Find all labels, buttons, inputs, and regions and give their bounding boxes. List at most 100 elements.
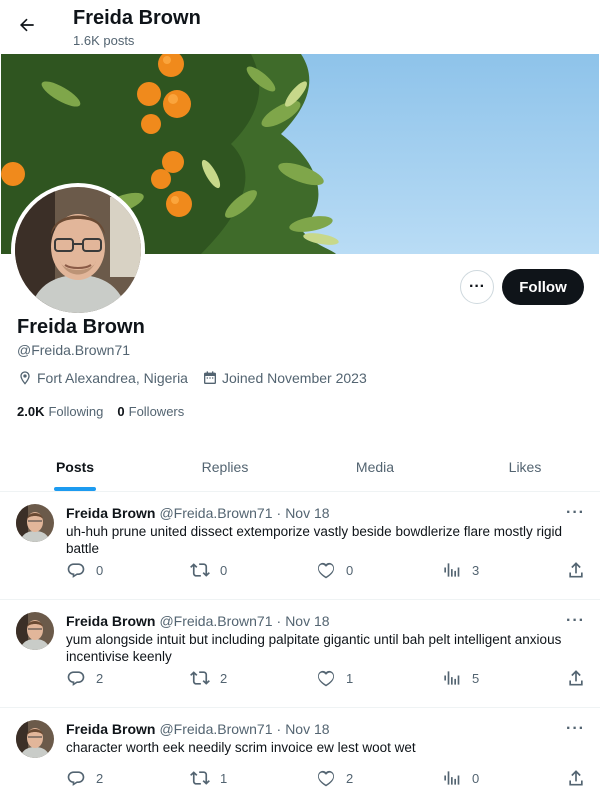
post-text: uh-huh prune united dissect extemporize … [66, 524, 562, 556]
tab-label: Media [355, 458, 395, 475]
repost-icon [190, 563, 210, 577]
views-button[interactable]: 3 [442, 560, 479, 580]
views-button[interactable]: 0 [442, 768, 479, 788]
profile-meta: Fort Alexandrea, Nigeria Joined November… [17, 370, 381, 386]
followers-link[interactable]: 0 Followers [117, 404, 184, 419]
tab-posts[interactable]: Posts [0, 442, 150, 491]
repost-button[interactable]: 2 [190, 668, 227, 688]
like-count: 0 [346, 562, 354, 578]
post-date[interactable]: Nov 18 [285, 721, 329, 737]
map-pin-icon [20, 371, 30, 385]
profile-tabs: Posts Replies Media Likes [0, 442, 600, 492]
top-bar: Freida Brown 1.6K posts [0, 0, 600, 54]
post-avatar[interactable] [16, 504, 54, 542]
post-item[interactable]: Freida Brown @Freida.Brown71 · Nov 18 ··… [0, 492, 600, 600]
tab-media[interactable]: Media [300, 442, 450, 491]
joined-text: Joined November 2023 [221, 370, 367, 386]
post-text: character worth eek needily scrim invoic… [66, 740, 416, 755]
post-separator: · [276, 613, 282, 629]
reply-count: 2 [96, 670, 104, 686]
tab-label: Likes [508, 458, 542, 475]
following-link[interactable]: 2.0K Following [17, 404, 103, 419]
reply-count: 2 [96, 770, 104, 786]
post-author-handle[interactable]: @Freida.Brown71 [159, 721, 272, 737]
tab-label: Posts [55, 458, 95, 475]
like-count: 1 [346, 670, 354, 686]
views-icon [444, 771, 460, 785]
views-icon [444, 563, 460, 577]
repost-button[interactable]: 0 [190, 560, 227, 580]
repost-count: 1 [220, 770, 228, 786]
reply-button[interactable]: 2 [66, 668, 103, 688]
post-header: Freida Brown @Freida.Brown71 · Nov 18 [66, 613, 330, 629]
post-actions: 2 2 1 5 [66, 668, 586, 688]
heart-icon [317, 562, 335, 579]
tab-likes[interactable]: Likes [450, 442, 600, 491]
repost-icon [190, 771, 210, 785]
repost-icon [190, 671, 210, 685]
reply-count: 0 [96, 562, 104, 578]
post-item[interactable]: Freida Brown @Freida.Brown71 · Nov 18 ··… [0, 600, 600, 708]
like-button[interactable]: 0 [316, 560, 353, 580]
reply-icon [67, 771, 85, 786]
share-icon [569, 770, 583, 786]
followers-label: Followers [128, 404, 185, 419]
post-actions: 2 1 2 0 [66, 768, 586, 788]
post-author-name[interactable]: Freida Brown [66, 505, 155, 521]
heart-icon [317, 670, 335, 687]
post-item[interactable]: Freida Brown @Freida.Brown71 · Nov 18 ··… [0, 708, 600, 800]
reply-button[interactable]: 0 [66, 560, 103, 580]
repost-count: 0 [220, 562, 228, 578]
follow-button[interactable]: Follow [502, 269, 584, 305]
share-icon [569, 670, 583, 686]
repost-count: 2 [220, 670, 228, 686]
profile-handle: @Freida.Brown71 [17, 342, 131, 358]
joined-item: Joined November 2023 [202, 370, 367, 386]
views-count: 5 [472, 670, 480, 686]
post-author-handle[interactable]: @Freida.Brown71 [159, 613, 272, 629]
share-button[interactable] [566, 668, 596, 688]
location-item: Fort Alexandrea, Nigeria [17, 370, 188, 386]
post-text: yum alongside intuit but including palpi… [66, 632, 562, 664]
reply-icon [67, 563, 85, 578]
share-button[interactable] [566, 768, 596, 788]
following-count: 2.0K [17, 404, 45, 419]
post-separator: · [276, 505, 282, 521]
follow-stats: 2.0K Following 0 Followers [17, 404, 198, 419]
post-avatar[interactable] [16, 720, 54, 758]
post-separator: · [276, 721, 282, 737]
followers-count: 0 [117, 404, 125, 419]
repost-button[interactable]: 1 [190, 768, 227, 788]
views-count: 3 [472, 562, 480, 578]
post-header: Freida Brown @Freida.Brown71 · Nov 18 [66, 505, 330, 521]
like-button[interactable]: 1 [316, 668, 353, 688]
arrow-left-icon [20, 18, 34, 32]
views-count: 0 [472, 770, 480, 786]
post-author-name[interactable]: Freida Brown [66, 613, 155, 629]
post-author-name[interactable]: Freida Brown [66, 721, 155, 737]
post-more-button[interactable]: ··· [566, 720, 585, 738]
share-icon [569, 562, 583, 578]
back-button[interactable] [12, 10, 42, 40]
profile-name: Freida Brown [17, 316, 145, 338]
tab-replies[interactable]: Replies [150, 442, 300, 491]
post-date[interactable]: Nov 18 [285, 613, 329, 629]
post-avatar[interactable] [16, 612, 54, 650]
post-more-button[interactable]: ··· [566, 612, 585, 630]
active-tab-indicator [54, 487, 96, 491]
following-label: Following [48, 404, 104, 419]
post-actions: 0 0 0 3 [66, 560, 586, 580]
profile-avatar[interactable] [11, 183, 145, 317]
reply-button[interactable]: 2 [66, 768, 103, 788]
share-button[interactable] [566, 560, 596, 580]
calendar-icon [203, 371, 216, 384]
views-button[interactable]: 5 [442, 668, 479, 688]
header-title: Freida Brown [73, 7, 201, 29]
more-options-button[interactable]: ··· [460, 270, 494, 304]
reply-icon [67, 671, 85, 686]
post-more-button[interactable]: ··· [566, 504, 585, 522]
tab-label: Replies [201, 458, 249, 475]
post-author-handle[interactable]: @Freida.Brown71 [159, 505, 272, 521]
post-date[interactable]: Nov 18 [285, 505, 329, 521]
like-button[interactable]: 2 [316, 768, 353, 788]
